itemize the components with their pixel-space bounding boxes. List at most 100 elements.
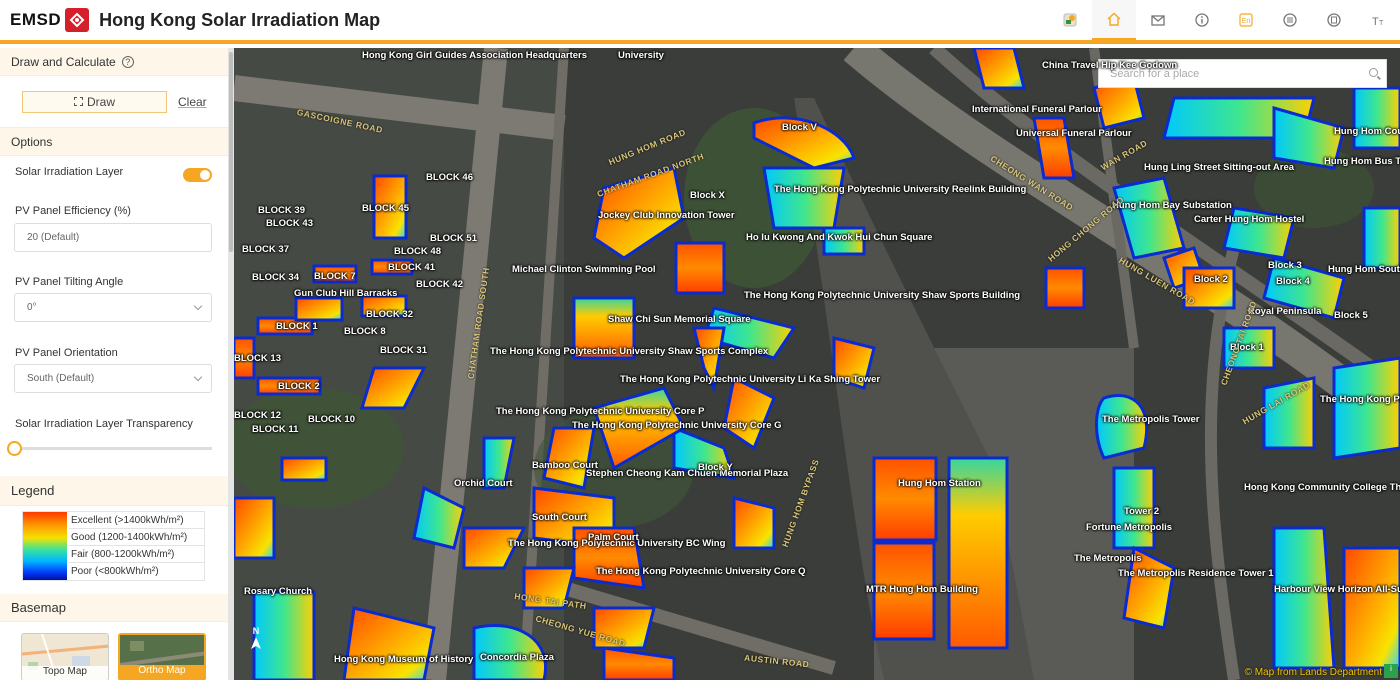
map-label: BLOCK 31 bbox=[380, 345, 427, 356]
map-label: BLOCK 12 bbox=[234, 410, 281, 421]
transparency-slider-track[interactable] bbox=[14, 447, 212, 450]
map-label: BLOCK 2 bbox=[278, 381, 320, 392]
map-label: Universal Funeral Parlour bbox=[1016, 128, 1132, 139]
map-label: Hong Kong Community College The Hong Kon… bbox=[1244, 482, 1400, 493]
map-label: Orchid Court bbox=[454, 478, 513, 489]
legend-item: Poor (<800kWh/m²) bbox=[71, 566, 159, 577]
header-toolbar: En TT bbox=[1048, 0, 1400, 40]
draw-button[interactable]: Draw bbox=[22, 90, 167, 113]
map-label: The Metropolis Residence Tower 1 bbox=[1118, 568, 1274, 579]
efficiency-input[interactable]: 20 (Default) bbox=[14, 223, 212, 252]
transparency-slider-handle[interactable] bbox=[7, 441, 22, 456]
map-label: Block V bbox=[782, 122, 817, 133]
map-label: BLOCK 41 bbox=[388, 262, 435, 273]
emsd-logo[interactable]: EMSD bbox=[10, 8, 90, 32]
document-icon[interactable] bbox=[1312, 0, 1356, 40]
map-label: BLOCK 42 bbox=[416, 279, 463, 290]
map-label: Block X bbox=[690, 190, 725, 201]
transparency-label: Solar Irradiation Layer Transparency bbox=[15, 418, 193, 430]
orientation-value: South (Default) bbox=[27, 373, 95, 384]
map-label: Block 5 bbox=[1334, 310, 1368, 321]
map-label: Harbour View Horizon All-Suite Hotel bbox=[1274, 584, 1400, 595]
search-icon[interactable] bbox=[1369, 68, 1378, 77]
map-label: Block Y bbox=[698, 462, 733, 473]
basemap-topo-option[interactable]: Topo Map bbox=[21, 633, 109, 680]
map-label: The Hong Kong Polytechnic University Cor… bbox=[496, 406, 705, 417]
legend-section-header: Legend bbox=[0, 476, 228, 506]
language-en-icon[interactable]: En bbox=[1224, 0, 1268, 40]
orientation-select[interactable]: South (Default) bbox=[14, 364, 212, 393]
map-label: China Travel Hip Kee Godown bbox=[1042, 60, 1178, 71]
map-label: The Hong Kong Polytechnic University Cor… bbox=[596, 566, 806, 577]
map-label: The Hong Kong Polytechnic University Cor… bbox=[572, 420, 782, 431]
map-label: BLOCK 39 bbox=[258, 205, 305, 216]
draw-row: Draw Clear bbox=[0, 76, 228, 128]
map-label: The Metropolis bbox=[1074, 553, 1142, 564]
map-view[interactable]: Search for a place Hong Kong Girl Guides… bbox=[234, 48, 1400, 680]
map-label: Block 4 bbox=[1276, 276, 1310, 287]
map-label: Palm Court bbox=[588, 532, 639, 543]
orientation-label: PV Panel Orientation bbox=[15, 347, 118, 359]
map-label: Tower 2 bbox=[1124, 506, 1160, 517]
app-title: Hong Kong Solar Irradiation Map bbox=[99, 9, 381, 30]
mail-icon[interactable] bbox=[1136, 0, 1180, 40]
map-label: Hung Hom South Road Rest Garden bbox=[1328, 264, 1400, 275]
map-label: Stephen Cheong Kam Chuen Memorial Plaza bbox=[586, 468, 789, 479]
emsd-emblem-icon bbox=[65, 8, 90, 32]
map-label: South Court bbox=[532, 512, 587, 523]
map-label: Block 3 bbox=[1268, 260, 1302, 271]
draw-rectangle-icon bbox=[73, 97, 83, 106]
north-arrow-icon: N bbox=[248, 626, 264, 656]
map-label: Ho Iu Kwong And Kwok Hui Chun Square bbox=[746, 232, 933, 243]
options-section-header: Options bbox=[0, 128, 228, 156]
map-label: Rosary Church bbox=[244, 586, 313, 597]
basemap-ortho-option[interactable]: Ortho Map bbox=[118, 633, 206, 680]
help-icon[interactable]: ? bbox=[121, 55, 134, 68]
sidebar-scrollbar-thumb[interactable] bbox=[229, 52, 233, 252]
map-label: Hung Hom Bus Terminus bbox=[1324, 156, 1400, 167]
map-attribution[interactable]: © Map from Lands Department bbox=[1245, 667, 1382, 678]
map-label: Royal Peninsula bbox=[1248, 306, 1322, 317]
map-label: BLOCK 34 bbox=[252, 272, 299, 283]
draw-section-title: Draw and Calculate bbox=[11, 54, 116, 69]
map-label: BLOCK 37 bbox=[242, 244, 289, 255]
legend-item: Fair (800-1200kWh/m²) bbox=[69, 546, 205, 563]
svg-text:T: T bbox=[1372, 16, 1379, 28]
svg-text:En: En bbox=[1242, 18, 1251, 25]
north-label: N bbox=[252, 626, 260, 636]
map-label: Hung Hom Court bbox=[1334, 126, 1400, 137]
basemap-title: Basemap bbox=[11, 600, 66, 615]
map-label: Jockey Club Innovation Tower bbox=[598, 210, 735, 221]
legend-item: Good (1200-1400kWh/m²) bbox=[69, 529, 205, 546]
solar-layer-label: Solar Irradiation Layer bbox=[15, 166, 124, 178]
map-info-icon[interactable]: i bbox=[1384, 664, 1398, 678]
basemap-topo-label: Topo Map bbox=[22, 666, 108, 680]
map-label: Hung Hom Bay Substation bbox=[1112, 200, 1232, 211]
tilt-label: PV Panel Tilting Angle bbox=[15, 276, 124, 288]
solar-layer-toggle[interactable] bbox=[183, 168, 212, 182]
map-label: University bbox=[618, 50, 664, 61]
map-label: BLOCK 1 bbox=[276, 321, 318, 332]
menu-list-icon[interactable] bbox=[1268, 0, 1312, 40]
basemap-section-header: Basemap bbox=[0, 594, 228, 622]
tilt-select[interactable]: 0° bbox=[14, 293, 212, 322]
map-label: Shaw Chi Sun Memorial Square bbox=[608, 314, 751, 325]
home-icon[interactable] bbox=[1092, 0, 1136, 40]
options-title: Options bbox=[11, 134, 53, 149]
svg-text:T: T bbox=[1379, 20, 1384, 27]
map-label: The Hong Kong Polytechnic University Ree… bbox=[774, 184, 1027, 195]
legend-box: Excellent (>1400kWh/m²) Good (1200-1400k… bbox=[22, 511, 205, 581]
clear-link[interactable]: Clear bbox=[178, 95, 207, 109]
font-size-icon[interactable]: TT bbox=[1356, 0, 1400, 40]
draw-section-header[interactable]: Draw and Calculate ? bbox=[0, 48, 228, 76]
map-label: Michael Clinton Swimming Pool bbox=[512, 264, 656, 275]
map-label: BLOCK 48 bbox=[394, 246, 441, 257]
map-label: Gun Club Hill Barracks bbox=[294, 288, 398, 299]
map-label: Hong Kong Museum of History bbox=[334, 654, 474, 665]
map-label: BLOCK 7 bbox=[314, 271, 356, 282]
chevron-down-icon bbox=[193, 372, 203, 382]
info-icon[interactable] bbox=[1180, 0, 1224, 40]
map-label: The Hong Kong Polytechnic University Li … bbox=[620, 374, 881, 385]
chevron-down-icon bbox=[193, 301, 203, 311]
layers-icon[interactable] bbox=[1048, 0, 1092, 40]
